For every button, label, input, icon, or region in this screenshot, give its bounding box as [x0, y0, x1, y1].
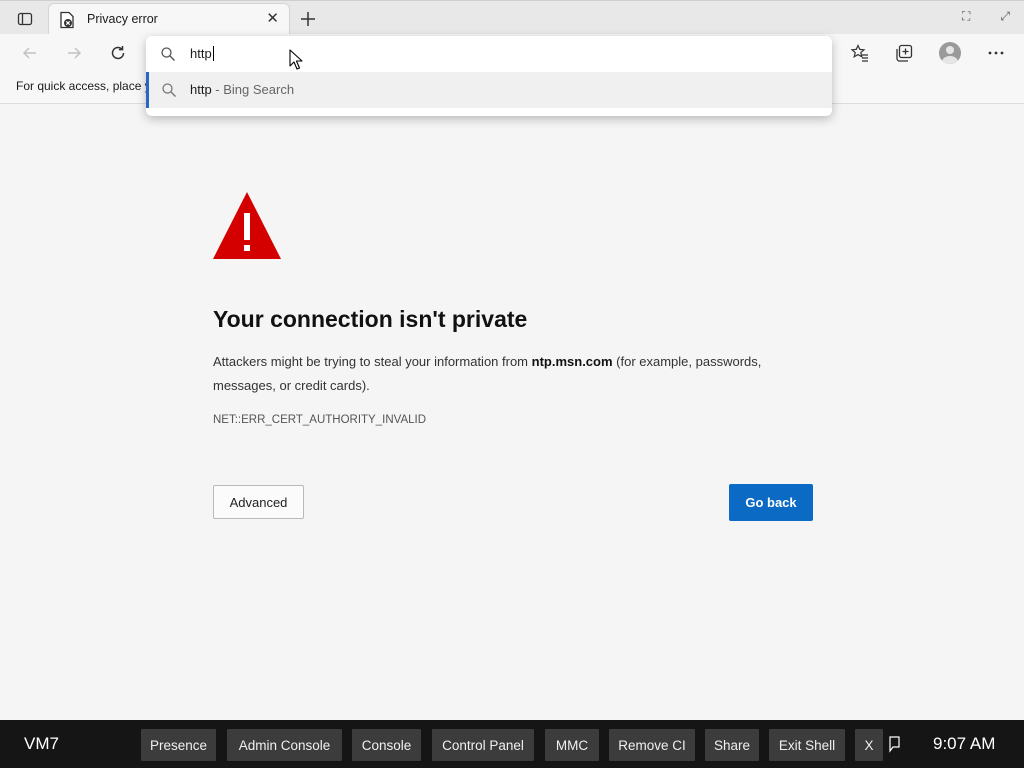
suggestion-item-bing-search[interactable]: http - Bing Search [146, 72, 832, 108]
collections-icon [896, 44, 913, 62]
forward-button[interactable] [63, 42, 85, 64]
vm-name: VM7 [24, 734, 59, 753]
refresh-button[interactable] [107, 42, 129, 64]
tab-title: Privacy error [87, 12, 158, 26]
tab-strip: Privacy error ✕ ⛶ ⤢ [0, 0, 1024, 35]
go-back-button[interactable]: Go back [729, 484, 813, 521]
page-title: Your connection isn't private [213, 306, 528, 332]
window-controls: ⛶ ⤢ [962, 9, 1010, 24]
settings-and-more-button[interactable] [983, 40, 1009, 66]
error-code: NET::ERR_CERT_AUTHORITY_INVALID [213, 414, 427, 426]
text-caret [212, 46, 214, 61]
suggestion-text: http - Bing Search [190, 82, 294, 97]
back-button[interactable] [19, 42, 41, 64]
address-bar[interactable]: http [146, 36, 832, 72]
notification-icon[interactable] [887, 735, 901, 758]
mmc-button[interactable]: MMC [545, 729, 599, 761]
suggestion-query: http [190, 82, 212, 97]
admin-console-button[interactable]: Admin Console [227, 729, 342, 761]
profile-avatar-icon [939, 42, 961, 64]
refresh-icon [111, 46, 125, 60]
clock: 9:07 AM [933, 734, 996, 753]
search-icon [161, 82, 177, 103]
exit-shell-button[interactable]: Exit Shell [769, 729, 845, 761]
plus-icon [301, 12, 315, 26]
control-panel-button[interactable]: Control Panel [432, 729, 534, 761]
address-input-value: http [190, 46, 212, 61]
suggestion-separator: - [211, 82, 224, 97]
remove-ci-button[interactable]: Remove CI [609, 729, 695, 761]
error-favicon-icon [59, 11, 75, 34]
forward-arrow-icon [68, 47, 82, 59]
error-description: Attackers might be trying to steal your … [213, 350, 823, 398]
close-icon[interactable]: ✕ [266, 11, 279, 27]
tab-actions-icon[interactable] [12, 8, 38, 30]
expand-window-icon[interactable]: ⤢ [1000, 9, 1010, 24]
error-page: Your connection isn't private Attackers … [0, 104, 1024, 720]
close-shell-button[interactable]: X [855, 729, 883, 761]
favorites-star-icon [850, 44, 868, 62]
address-bar-dropdown: http http - Bing Search [146, 36, 832, 116]
favorites-bar-hint: For quick access, place y [16, 79, 150, 93]
console-button[interactable]: Console [352, 729, 421, 761]
suggestion-engine: Bing Search [223, 82, 295, 97]
search-icon [160, 46, 176, 67]
new-tab-button[interactable] [296, 7, 320, 31]
advanced-button[interactable]: Advanced [213, 485, 304, 519]
profile-button[interactable] [937, 40, 963, 66]
tab-privacy-error[interactable]: Privacy error ✕ [48, 3, 290, 35]
more-icon [988, 51, 1004, 55]
share-button[interactable]: Share [705, 729, 759, 761]
restore-window-icon[interactable]: ⛶ [962, 9, 970, 24]
favorites-button[interactable] [847, 40, 873, 66]
warning-triangle-icon [212, 191, 282, 266]
collections-button[interactable] [891, 40, 917, 66]
host-name: ntp.msn.com [531, 354, 613, 369]
back-arrow-icon [22, 47, 36, 59]
address-input[interactable]: http [190, 44, 790, 64]
presence-button[interactable]: Presence [141, 729, 216, 761]
mouse-cursor-icon [289, 49, 303, 76]
shell-taskbar: VM7 Presence Admin Console Console Contr… [0, 720, 1024, 768]
description-text-before: Attackers might be trying to steal your … [213, 354, 532, 369]
